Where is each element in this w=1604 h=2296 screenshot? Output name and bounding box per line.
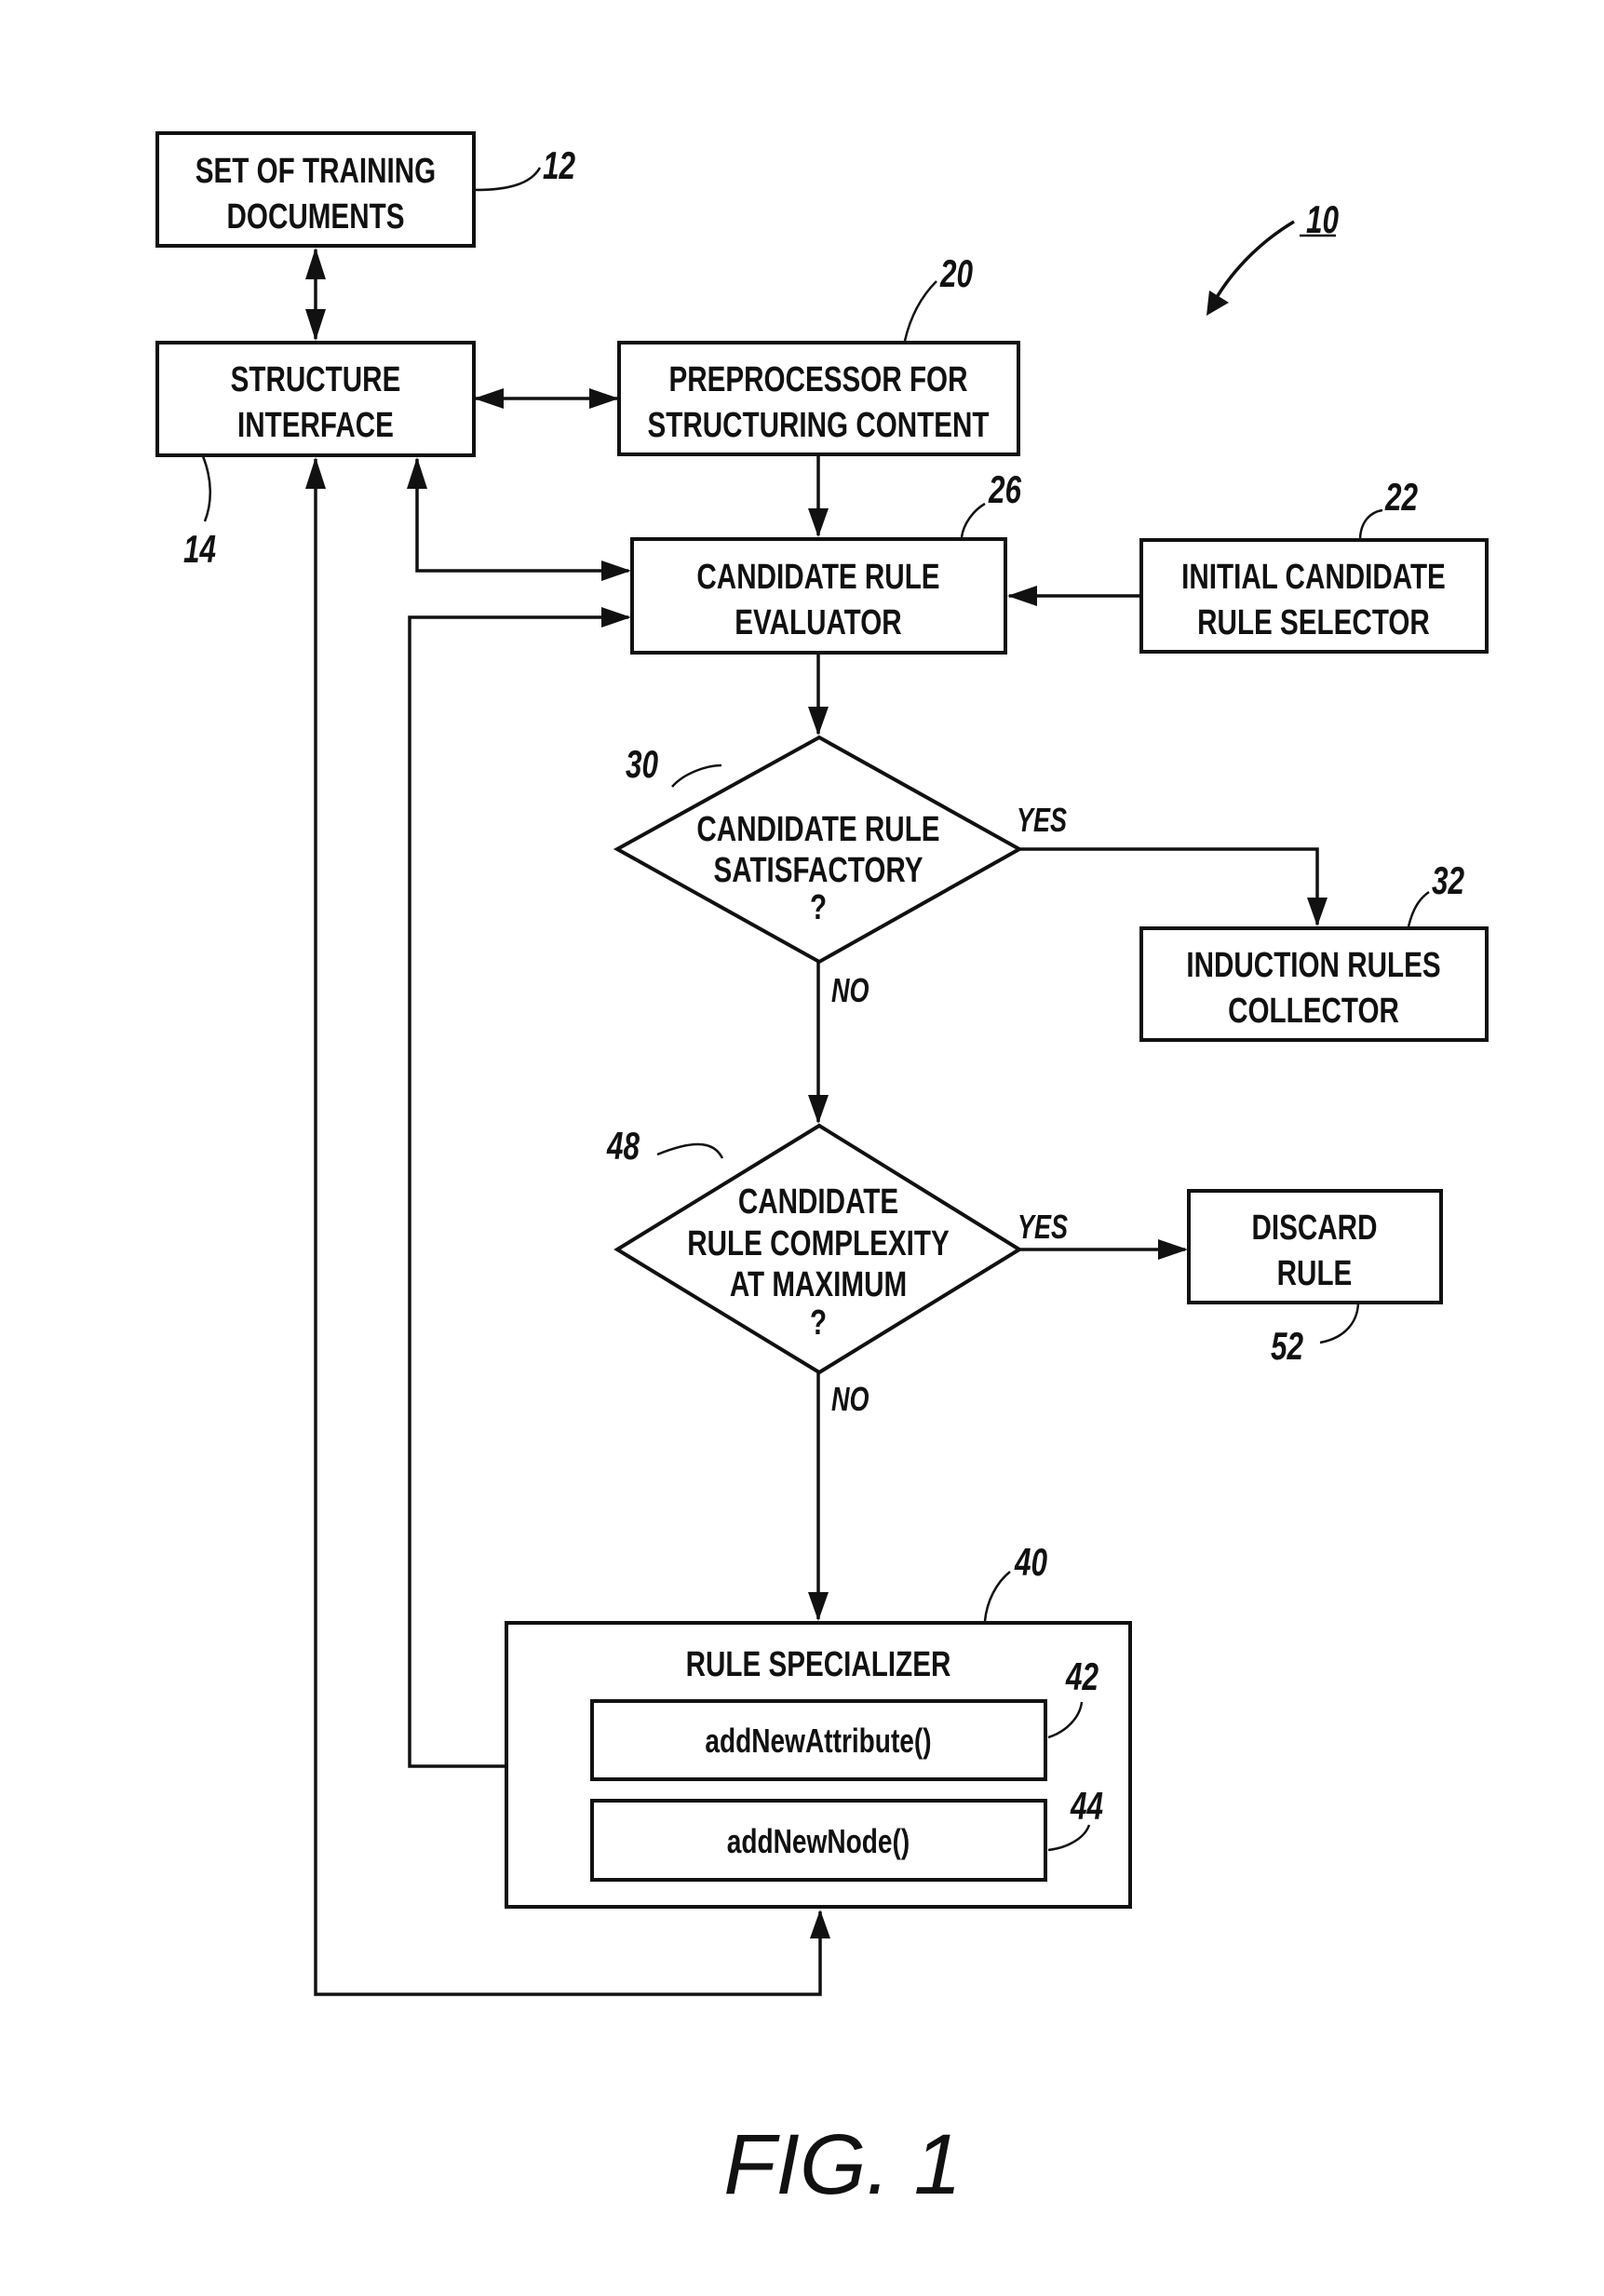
arrowhead-up-structure-inner [407,457,427,489]
arrowhead-up-training [305,248,326,279]
node-rule-specializer: RULE SPECIALIZER addNewAttribute() addNe… [505,1621,1132,1909]
ref-10-arrow-shaft [1210,220,1295,306]
ref-48: 48 [606,1124,640,1168]
ref-44: 44 [1070,1784,1103,1829]
node-decision-satisfactory: CANDIDATE RULE SATISFACTORY ? [613,735,1024,965]
ref-42: 42 [1065,1654,1099,1699]
arrowhead-right-evaluator-2 [601,607,631,628]
arrowhead-down-structure [305,309,326,341]
decision48-line-4: ? [810,1303,827,1343]
arrowhead-down-collector [1307,898,1328,926]
selector-line-1: INITIAL CANDIDATE [1181,558,1446,597]
decision30-line-2: SATISFACTORY [714,851,923,890]
edge-specializer-evaluator [408,615,628,1768]
structure-interface-line-2: INTERFACE [237,406,394,445]
preprocessor-line-1: PREPROCESSOR FOR [668,360,967,399]
evaluator-line-1: CANDIDATE RULE [696,558,939,597]
decision48-yes-label: YES [1018,1208,1068,1246]
flowchart: SET OF TRAINING DOCUMENTS STRUCTURE INTE… [155,131,1489,2212]
arrowhead-left-evaluator [1007,586,1037,606]
arrowhead-right-discard [1158,1239,1188,1260]
node-decision-complexity: CANDIDATE RULE COMPLEXITY AT MAXIMUM ? [613,1123,1023,1375]
evaluator-line-2: EVALUATOR [735,603,901,642]
arrowhead-left-structure [474,388,504,409]
arrowhead-right-evaluator-1 [601,560,631,581]
leader-40 [983,1571,1011,1622]
add-new-node-label: addNewNode() [727,1823,910,1860]
ref-22: 22 [1384,475,1418,520]
figure-caption: FIG. 1 [723,2117,962,2212]
discard-line-1: DISCARD [1252,1209,1378,1248]
ref-26: 26 [988,467,1021,512]
ref-40: 40 [1014,1540,1047,1585]
arrowhead-down-decision48 [808,1095,829,1124]
selector-line-2: RULE SELECTOR [1197,603,1430,642]
arrowhead-down-specializer [808,1592,829,1621]
leader-22 [1358,508,1383,539]
collector-line-1: INDUCTION RULES [1186,946,1440,985]
decision30-line-3: ? [810,888,827,927]
ref-12: 12 [543,143,575,188]
leader-20 [903,280,937,342]
edge-decision30-yes [1019,847,1319,925]
leader-30 [671,763,722,788]
node-preprocessor: PREPROCESSOR FOR STRUCTURING CONTENT [617,341,1020,456]
node-initial-candidate-rule-selector: INITIAL CANDIDATE RULE SELECTOR [1139,538,1489,654]
arrowhead-up-structure-outer [305,457,326,489]
node-candidate-rule-evaluator: CANDIDATE RULE EVALUATOR [630,537,1007,655]
decision48-line-2: RULE COMPLEXITY [687,1224,950,1263]
arrowhead-down-decision30 [808,707,829,736]
decision30-yes-label: YES [1017,801,1067,839]
ref-32: 32 [1432,858,1464,903]
edge-structure-evaluator [415,459,628,573]
arrowhead-down-evaluator [808,508,829,537]
decision30-no-label: NO [831,971,869,1009]
node-structure-interface: STRUCTURE INTERFACE [155,341,476,457]
system-reference: 10 [1206,197,1339,316]
leader-26 [960,502,986,538]
training-documents-line-2: DOCUMENTS [227,197,405,236]
arrowhead-up-specializer [810,1910,830,1938]
decision48-no-label: NO [831,1380,869,1418]
leader-12 [475,167,542,192]
add-new-attribute-label: addNewAttribute() [705,1722,931,1760]
leader-14 [201,455,212,522]
node-discard-rule: DISCARD RULE [1187,1189,1443,1304]
discard-line-2: RULE [1277,1254,1353,1293]
decision48-line-3: AT MAXIMUM [730,1265,907,1304]
ref-20: 20 [939,251,973,296]
leader-48 [656,1142,724,1159]
decision48-line-1: CANDIDATE [738,1182,898,1222]
arrowhead-right-preprocessor [589,388,619,409]
leader-52 [1319,1303,1360,1344]
ref-52: 52 [1271,1324,1303,1369]
training-documents-line-1: SET OF TRAINING [195,152,436,191]
decision30-line-1: CANDIDATE RULE [696,810,939,849]
structure-interface-line-1: STRUCTURE [231,360,401,399]
ref-30: 30 [626,742,658,787]
node-induction-rules-collector: INDUCTION RULES COLLECTOR [1139,926,1489,1042]
ref-14: 14 [183,527,216,572]
preprocessor-line-2: STRUCTURING CONTENT [647,406,989,445]
collector-line-2: COLLECTOR [1228,992,1399,1031]
leader-32 [1407,890,1430,927]
rule-specializer-title: RULE SPECIALIZER [686,1645,951,1684]
node-training-documents: SET OF TRAINING DOCUMENTS [155,131,476,248]
